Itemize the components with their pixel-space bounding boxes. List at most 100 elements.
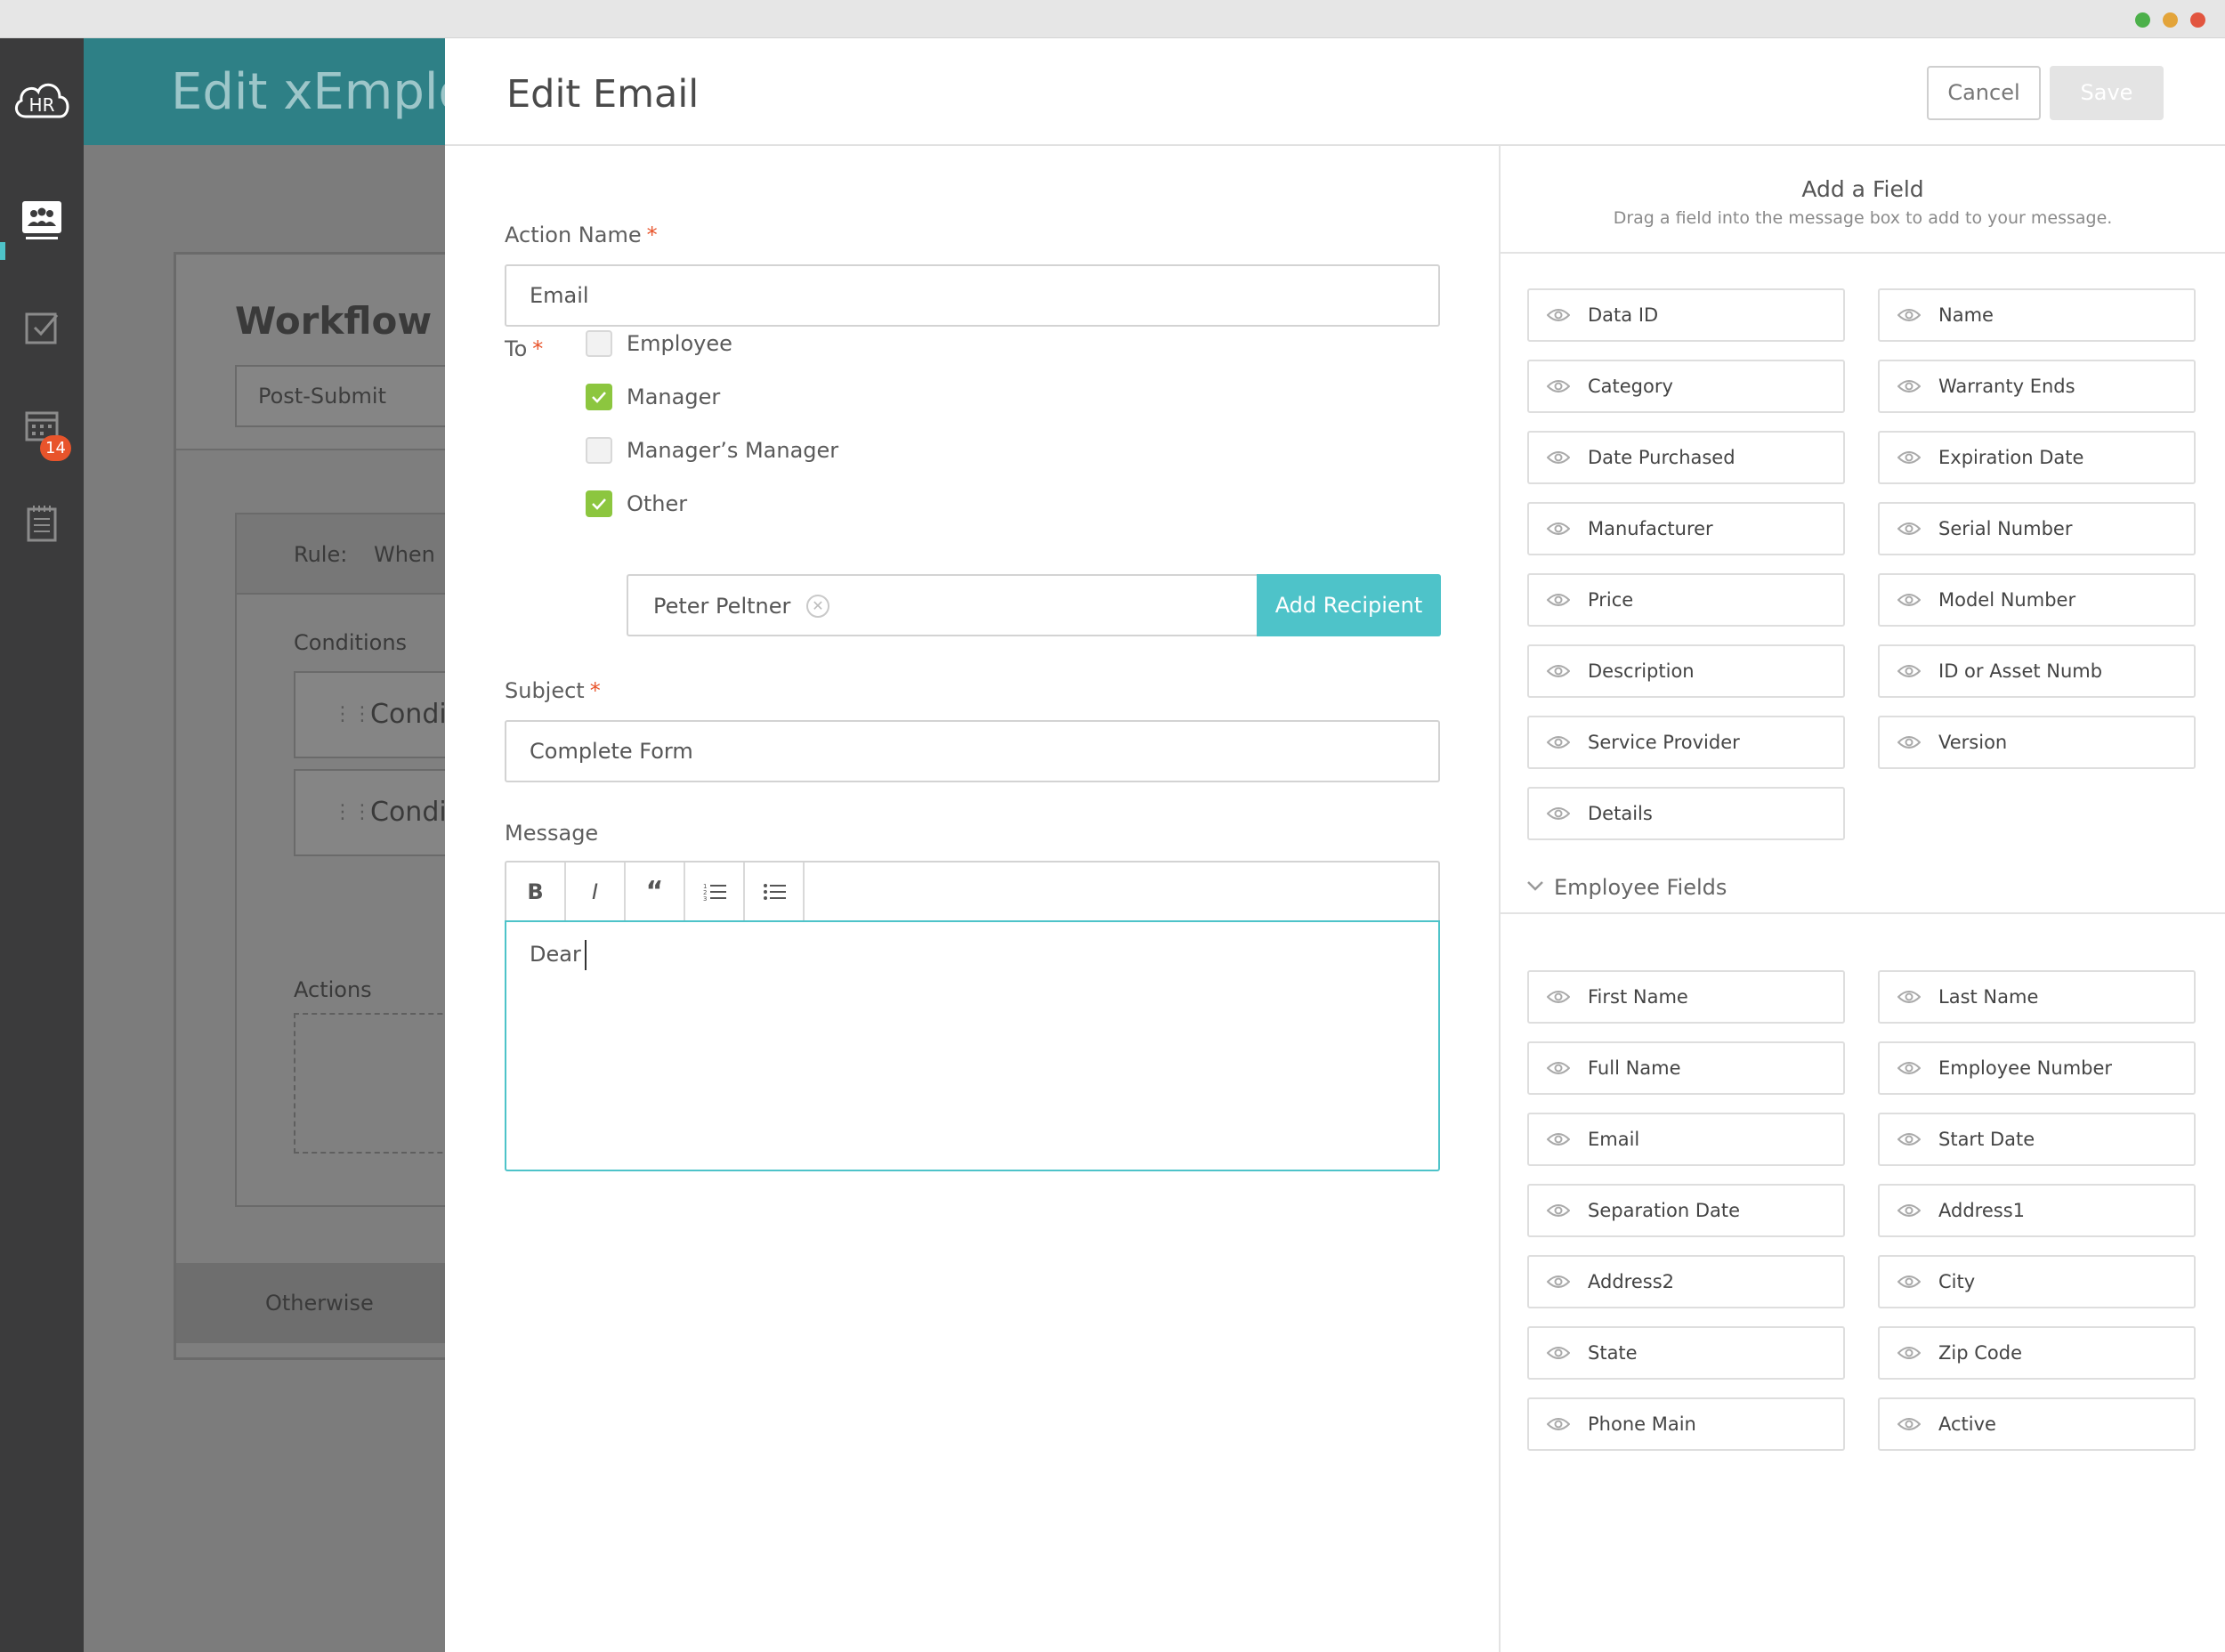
field-tile[interactable]: Separation Date xyxy=(1527,1184,1845,1237)
field-tile[interactable]: Employee Number xyxy=(1878,1041,2196,1095)
window-minimize-dot[interactable] xyxy=(2163,12,2178,28)
field-tile[interactable]: Address1 xyxy=(1878,1184,2196,1237)
to-option-managers-manager[interactable]: Manager’s Manager xyxy=(586,434,838,466)
eye-icon xyxy=(1897,736,1921,749)
add-field-pane: Add a Field Drag a field into the messag… xyxy=(1499,146,2225,1652)
managers-manager-checkbox[interactable] xyxy=(586,437,612,464)
remove-recipient-icon[interactable]: ✕ xyxy=(806,595,829,618)
field-tile-label: Active xyxy=(1938,1413,1996,1435)
field-tile[interactable]: Data ID xyxy=(1527,288,1845,342)
eye-icon xyxy=(1897,1062,1921,1074)
action-name-input[interactable]: Email xyxy=(505,264,1440,327)
field-tile-label: Version xyxy=(1938,732,2008,753)
window-titlebar xyxy=(0,0,2225,38)
to-option-label: Manager’s Manager xyxy=(627,438,839,463)
people-icon xyxy=(22,201,61,239)
cancel-button[interactable]: Cancel xyxy=(1927,66,2041,120)
message-body-text: Dear xyxy=(530,942,581,967)
field-tile-label: Date Purchased xyxy=(1588,447,1736,468)
field-tile[interactable]: Price xyxy=(1527,573,1845,627)
field-tile[interactable]: Warranty Ends xyxy=(1878,360,2196,413)
edit-email-modal: Edit Email Cancel Save Action Name * Emai… xyxy=(445,38,2225,1652)
field-tile[interactable]: First Name xyxy=(1527,970,1845,1024)
to-option-employee[interactable]: Employee xyxy=(586,328,732,360)
field-tile[interactable]: City xyxy=(1878,1255,2196,1308)
field-tile[interactable]: State xyxy=(1527,1326,1845,1380)
text-caret xyxy=(584,940,587,970)
field-tile[interactable]: Address2 xyxy=(1527,1255,1845,1308)
app-sidebar: HR 14 xyxy=(0,38,84,1652)
notification-badge: 14 xyxy=(40,435,71,461)
to-option-other[interactable]: Other xyxy=(586,488,687,520)
eye-icon xyxy=(1547,807,1570,820)
field-tile[interactable]: Zip Code xyxy=(1878,1326,2196,1380)
eye-icon xyxy=(1547,1275,1570,1288)
italic-button[interactable]: I xyxy=(566,862,626,920)
hr-logo[interactable]: HR xyxy=(0,68,84,130)
to-option-manager[interactable]: Manager xyxy=(586,381,720,413)
employee-checkbox[interactable] xyxy=(586,330,612,357)
recipient-input[interactable]: Peter Peltner ✕ xyxy=(627,574,1257,636)
field-tile[interactable]: Service Provider xyxy=(1527,716,1845,769)
manager-checkbox[interactable] xyxy=(586,384,612,410)
nav-notes[interactable] xyxy=(0,492,84,555)
field-tile[interactable]: Version xyxy=(1878,716,2196,769)
field-tile[interactable]: ID or Asset Numb xyxy=(1878,644,2196,698)
field-tile[interactable]: Model Number xyxy=(1878,573,2196,627)
eye-icon xyxy=(1547,380,1570,393)
field-tile-label: State xyxy=(1588,1342,1638,1364)
field-tile-label: First Name xyxy=(1588,986,1688,1008)
eye-icon xyxy=(1897,451,1921,464)
bold-button[interactable]: B xyxy=(506,862,566,920)
field-tile-label: Phone Main xyxy=(1588,1413,1696,1435)
message-editor[interactable]: Dear xyxy=(505,920,1440,1171)
field-tile[interactable]: Active xyxy=(1878,1397,2196,1451)
field-tile[interactable]: Start Date xyxy=(1878,1113,2196,1166)
action-name-label-text: Action Name xyxy=(505,223,642,247)
subject-label: Subject * xyxy=(505,678,601,703)
bg-otherwise-label: Otherwise xyxy=(265,1291,374,1316)
to-label: To * xyxy=(505,336,543,361)
field-tile[interactable]: Details xyxy=(1527,787,1845,840)
bullet-list-button[interactable] xyxy=(745,862,805,920)
modal-title: Edit Email xyxy=(506,72,700,117)
field-tile[interactable]: Last Name xyxy=(1878,970,2196,1024)
nav-people[interactable] xyxy=(0,190,84,252)
field-tile[interactable]: Manufacturer xyxy=(1527,502,1845,555)
required-mark: * xyxy=(532,336,544,361)
subject-input[interactable]: Complete Form xyxy=(505,720,1440,782)
to-label-text: To xyxy=(505,336,528,361)
nav-tasks[interactable] xyxy=(0,296,84,359)
field-tile[interactable]: Description xyxy=(1527,644,1845,698)
field-tile[interactable]: Name xyxy=(1878,288,2196,342)
drag-grip-icon: ⋮⋮ xyxy=(333,703,372,725)
notepad-icon xyxy=(27,506,57,542)
eye-icon xyxy=(1547,1204,1570,1217)
field-tile[interactable]: Serial Number xyxy=(1878,502,2196,555)
field-tile-label: Email xyxy=(1588,1129,1640,1150)
quote-button[interactable]: “ xyxy=(626,862,685,920)
save-button[interactable]: Save xyxy=(2050,66,2164,120)
field-tile-label: Zip Code xyxy=(1938,1342,2022,1364)
field-tile[interactable]: Date Purchased xyxy=(1527,431,1845,484)
field-tile-label: Description xyxy=(1588,660,1695,682)
field-tile[interactable]: Phone Main xyxy=(1527,1397,1845,1451)
field-tile-label: Data ID xyxy=(1588,304,1659,326)
eye-icon xyxy=(1547,594,1570,606)
field-tile[interactable]: Email xyxy=(1527,1113,1845,1166)
add-recipient-button[interactable]: Add Recipient xyxy=(1257,574,1441,636)
action-name-label: Action Name * xyxy=(505,223,658,247)
employee-fields-section-header[interactable]: Employee Fields xyxy=(1501,873,2225,914)
recipient-chip: Peter Peltner xyxy=(653,594,791,619)
svg-text:HR: HR xyxy=(29,94,55,116)
eye-icon xyxy=(1897,1133,1921,1146)
field-tile[interactable]: Category xyxy=(1527,360,1845,413)
other-checkbox[interactable] xyxy=(586,490,612,517)
eye-icon xyxy=(1897,1275,1921,1288)
field-tile[interactable]: Expiration Date xyxy=(1878,431,2196,484)
window-zoom-dot[interactable] xyxy=(2135,12,2150,28)
eye-icon xyxy=(1897,1418,1921,1430)
window-close-dot[interactable] xyxy=(2190,12,2205,28)
ordered-list-button[interactable]: 1 2 3 xyxy=(685,862,745,920)
field-tile[interactable]: Full Name xyxy=(1527,1041,1845,1095)
